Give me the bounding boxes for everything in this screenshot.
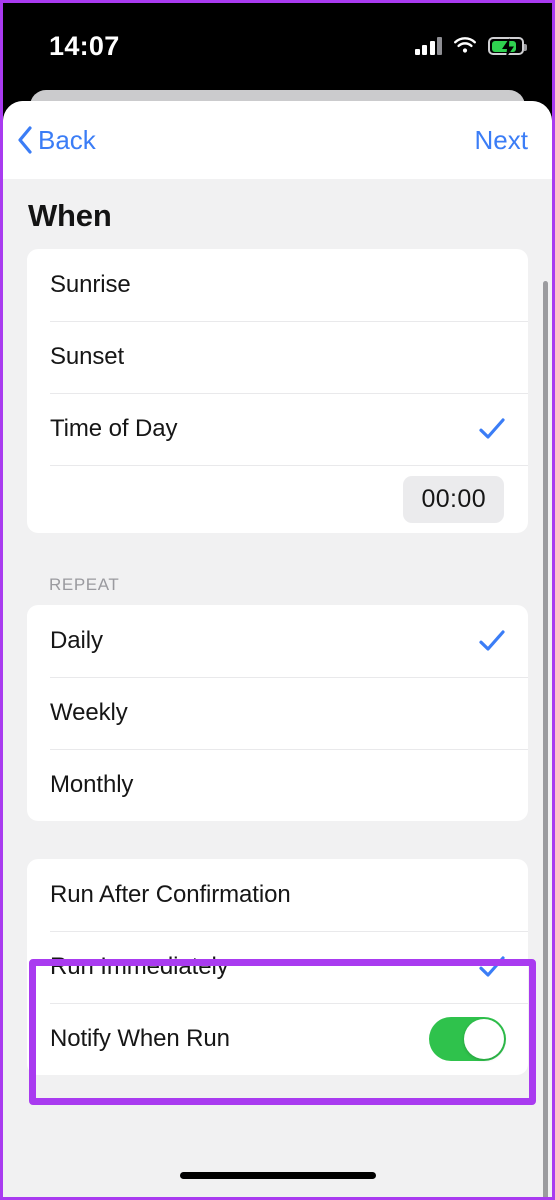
option-row-run-after-confirmation[interactable]: Run After Confirmation xyxy=(27,859,528,931)
option-label: Daily xyxy=(50,627,103,654)
checkmark-icon xyxy=(478,627,506,655)
home-indicator xyxy=(179,1172,376,1179)
modal-sheet: Back Next When Sunrise Sunset Time of Da… xyxy=(3,101,552,1197)
option-label: Time of Day xyxy=(50,415,178,442)
settings-scroll-content[interactable]: When Sunrise Sunset Time of Day 00:00 RE… xyxy=(3,179,552,1197)
checkmark-icon xyxy=(478,953,506,981)
option-row-time-of-day[interactable]: Time of Day xyxy=(27,393,528,465)
navigation-bar: Back Next xyxy=(3,101,552,179)
chevron-left-icon xyxy=(17,126,33,154)
trigger-options-card: Sunrise Sunset Time of Day 00:00 xyxy=(27,249,528,533)
option-label: Sunset xyxy=(50,343,125,370)
cellular-signal-icon xyxy=(414,37,442,55)
run-behavior-card: Run After Confirmation Run Immediately N… xyxy=(27,859,528,1075)
time-picker-row[interactable]: 00:00 xyxy=(27,465,528,533)
repeat-options-card: Daily Weekly Monthly xyxy=(27,605,528,821)
option-label: Monthly xyxy=(50,771,134,798)
back-button[interactable]: Back xyxy=(17,125,96,156)
status-bar: 14:07 xyxy=(3,3,552,89)
vertical-scrollbar[interactable] xyxy=(543,281,548,1197)
back-button-label: Back xyxy=(38,124,96,155)
option-label: Run After Confirmation xyxy=(50,881,291,908)
status-bar-icons xyxy=(414,37,527,58)
option-label: Notify When Run xyxy=(50,1025,230,1052)
option-row-daily[interactable]: Daily xyxy=(27,605,528,677)
option-row-sunrise[interactable]: Sunrise xyxy=(27,249,528,321)
option-row-sunset[interactable]: Sunset xyxy=(27,321,528,393)
toggle-knob xyxy=(464,1019,504,1059)
time-value-field[interactable]: 00:00 xyxy=(403,475,504,523)
option-label: Weekly xyxy=(50,699,128,726)
wifi-icon xyxy=(453,37,477,55)
phone-screenshot: 14:07 Back Next When Sunrise Sunset Time… xyxy=(0,0,555,1200)
option-label: Sunrise xyxy=(50,271,131,298)
battery-charging-icon xyxy=(488,37,527,58)
option-row-monthly[interactable]: Monthly xyxy=(27,749,528,821)
option-row-notify-when-run[interactable]: Notify When Run xyxy=(27,1003,528,1075)
option-label: Run Immediately xyxy=(50,953,229,980)
page-title: When xyxy=(28,198,112,233)
option-row-weekly[interactable]: Weekly xyxy=(27,677,528,749)
option-row-run-immediately[interactable]: Run Immediately xyxy=(27,931,528,1003)
status-bar-clock: 14:07 xyxy=(49,30,120,61)
checkmark-icon xyxy=(478,415,506,443)
notify-when-run-toggle[interactable] xyxy=(429,1017,506,1061)
repeat-section-header: REPEAT xyxy=(49,575,120,594)
next-button[interactable]: Next xyxy=(475,125,528,156)
